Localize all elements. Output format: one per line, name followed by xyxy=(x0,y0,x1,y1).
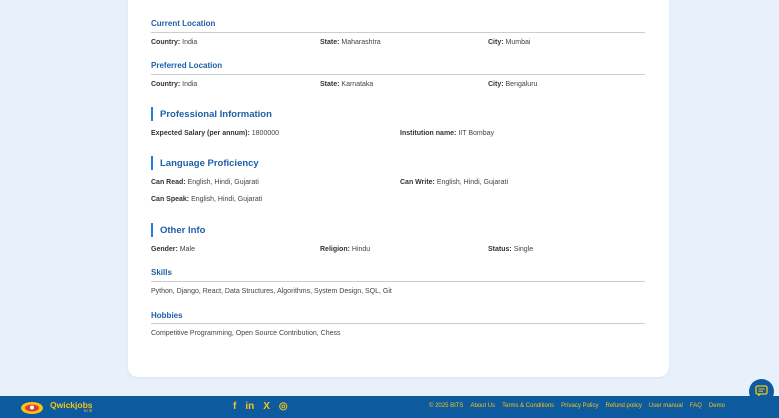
preferred-city-field: City: Bengaluru xyxy=(488,81,538,88)
professional-info-heading: Professional Information xyxy=(151,107,272,121)
current-location-heading: Current Location xyxy=(151,19,216,28)
can-write-field: Can Write: English, Hindi, Gujarati xyxy=(400,179,509,186)
brand-tagline: to it! xyxy=(84,408,93,413)
section-accent-bar xyxy=(151,223,153,237)
section-accent-bar xyxy=(151,156,153,170)
hobbies-heading: Hobbies xyxy=(151,311,183,320)
institution-field: Institution name: IIT Bombay xyxy=(400,130,495,137)
divider xyxy=(151,281,645,282)
linkedin-icon[interactable]: in xyxy=(245,400,254,414)
footer-link-about[interactable]: About Us xyxy=(470,403,495,409)
footer-link-demo[interactable]: Demo xyxy=(709,403,725,409)
facebook-icon[interactable]: f xyxy=(233,400,236,414)
divider xyxy=(151,74,645,75)
brand-logo[interactable]: Qwickjobs to it! xyxy=(20,399,93,415)
current-country-field: Country: India xyxy=(151,39,198,46)
skills-heading: Skills xyxy=(151,268,172,277)
current-city-field: City: Mumbai xyxy=(488,39,531,46)
current-state-field: State: Maharashtra xyxy=(320,39,381,46)
x-twitter-icon[interactable]: X xyxy=(263,400,270,414)
religion-field: Religion: Hindu xyxy=(320,246,371,253)
can-read-field: Can Read: English, Hindi, Gujarati xyxy=(151,179,259,186)
footer-link-privacy[interactable]: Privacy Policy xyxy=(561,403,598,409)
instagram-icon[interactable]: ◎ xyxy=(279,400,288,414)
preferred-state-field: State: Karnataka xyxy=(320,81,374,88)
other-info-heading: Other Info xyxy=(151,223,205,237)
can-speak-field: Can Speak: English, Hindi, Gujarati xyxy=(151,196,263,203)
footer-link-terms[interactable]: Terms & Conditions xyxy=(502,403,554,409)
preferred-country-field: Country: India xyxy=(151,81,198,88)
footer: Qwickjobs to it! f in X ◎ © 2025 BITS Ab… xyxy=(0,396,779,418)
section-accent-bar xyxy=(151,107,153,121)
divider xyxy=(151,323,645,324)
hobbies-value: Competitive Programming, Open Source Con… xyxy=(151,330,341,337)
footer-link-refund[interactable]: Refund policy xyxy=(606,403,642,409)
preferred-location-heading: Preferred Location xyxy=(151,61,223,70)
status-field: Status: Single xyxy=(488,246,534,253)
language-proficiency-heading: Language Proficiency xyxy=(151,156,259,170)
social-links: f in X ◎ xyxy=(233,400,288,414)
copyright-text: © 2025 BITS xyxy=(429,403,464,409)
profile-card: Current Location Country: India State: M… xyxy=(128,0,669,377)
footer-link-faq[interactable]: FAQ xyxy=(690,403,702,409)
qwickjobs-logo-icon xyxy=(20,399,44,415)
gender-field: Gender: Male xyxy=(151,246,195,253)
skills-value: Python, Django, React, Data Structures, … xyxy=(151,288,392,295)
footer-link-user-manual[interactable]: User manual xyxy=(649,403,683,409)
expected-salary-field: Expected Salary (per annum): 1800000 xyxy=(151,130,280,137)
divider xyxy=(151,32,645,33)
footer-links: © 2025 BITS About Us Terms & Conditions … xyxy=(429,403,725,409)
